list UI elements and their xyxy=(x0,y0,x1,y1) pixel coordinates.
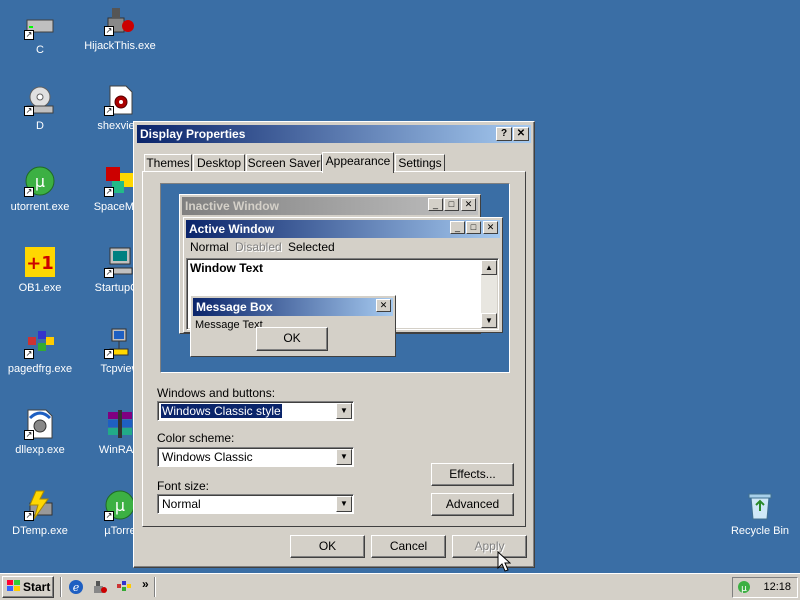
hijackthis-icon[interactable] xyxy=(92,579,108,595)
recycle-bin-icon xyxy=(744,489,776,521)
computer-icon: ↗ xyxy=(104,246,136,278)
desktop-icon-label: dllexp.exe xyxy=(15,444,65,456)
network-icon: ↗ xyxy=(104,327,136,359)
minimize-icon: _ xyxy=(450,221,465,234)
ob1-icon: +1 xyxy=(24,246,56,278)
chevron-down-icon[interactable]: ▼ xyxy=(336,449,352,465)
tab-appearance[interactable]: Appearance xyxy=(322,152,394,173)
internet-explorer-icon[interactable]: e xyxy=(68,579,84,595)
defrag-icon[interactable] xyxy=(116,579,132,595)
desktop-icon-label: pagedfrg.exe xyxy=(7,363,73,375)
desktop-icon-ob1[interactable]: +1 OB1.exe xyxy=(0,246,80,294)
scroll-down-icon: ▼ xyxy=(481,313,497,328)
desktop-icon-dllexp[interactable]: ↗ dllexp.exe xyxy=(0,408,80,456)
start-button[interactable]: Start xyxy=(2,576,54,598)
help-button[interactable]: ? xyxy=(496,127,512,141)
font-size-value: Normal xyxy=(162,497,201,511)
windows-buttons-select[interactable]: Windows Classic style ▼ xyxy=(157,401,354,421)
appearance-preview[interactable]: Inactive Window _ □ ✕ Active Window _ □ … xyxy=(160,183,510,373)
ok-button[interactable]: OK xyxy=(290,535,365,558)
windows-logo-icon xyxy=(7,580,20,591)
svg-text:e: e xyxy=(73,581,80,594)
desktop-icon-c[interactable]: ↗ C xyxy=(0,8,80,56)
chevron-down-icon[interactable]: ▼ xyxy=(336,496,352,512)
close-button[interactable]: ✕ xyxy=(513,127,529,141)
desktop-icon-label: HijackThis.exe xyxy=(84,40,156,52)
desktop-icon-label: utorrent.exe xyxy=(10,201,70,213)
quicklaunch-chevron[interactable]: » xyxy=(142,577,149,591)
taskbar-separator xyxy=(60,577,62,597)
hijackthis-icon: ↗ xyxy=(104,4,136,36)
svg-text:µ: µ xyxy=(741,584,747,594)
desktop-icon-dtemp[interactable]: ↗ DTemp.exe xyxy=(0,489,80,537)
preview-msgbox-ok: OK xyxy=(256,327,328,351)
preview-msgbox-text: Message Text xyxy=(195,319,263,331)
defrag-icon: ↗ xyxy=(24,327,56,359)
apply-button[interactable]: Apply xyxy=(452,535,527,558)
desktop-icon-recycle-bin[interactable]: Recycle Bin xyxy=(720,489,800,537)
drive-icon: ↗ xyxy=(24,8,56,40)
clock[interactable]: 12:18 xyxy=(763,581,791,593)
svg-text:µ: µ xyxy=(115,496,125,515)
preview-menu-normal: Normal xyxy=(190,240,229,254)
start-label: Start xyxy=(23,580,51,594)
close-icon: ✕ xyxy=(483,221,498,234)
preview-window-text: Window Text xyxy=(190,261,263,275)
minimize-icon: _ xyxy=(428,198,443,211)
windows-buttons-value: Windows Classic style xyxy=(160,403,283,419)
close-icon: ✕ xyxy=(461,198,476,211)
utorrent-icon: µ ↗ xyxy=(24,165,56,197)
color-scheme-select[interactable]: Windows Classic ▼ xyxy=(157,447,354,467)
gear-file-icon: ↗ xyxy=(104,84,136,116)
tab-desktop[interactable]: Desktop xyxy=(193,154,245,172)
svg-text:+1: +1 xyxy=(26,253,54,274)
dllexp-icon: ↗ xyxy=(24,408,56,440)
desktop-icon-label: C xyxy=(36,44,44,56)
desktop-icon-label: OB1.exe xyxy=(18,282,62,294)
font-size-label: Font size: xyxy=(157,479,210,493)
taskbar-separator xyxy=(154,577,156,597)
spacemonger-icon: ↗ xyxy=(104,165,136,197)
utorrent-icon: µ ↗ xyxy=(104,489,136,521)
close-icon: ✕ xyxy=(376,299,391,312)
windows-buttons-label: Windows and buttons: xyxy=(157,386,276,400)
utorrent-tray-icon[interactable]: µ xyxy=(737,580,751,597)
tab-settings[interactable]: Settings xyxy=(395,154,445,172)
font-size-select[interactable]: Normal ▼ xyxy=(157,494,354,514)
preview-menu-selected: Selected xyxy=(288,240,335,254)
display-properties-dialog: Display Properties ? ✕ Themes Desktop Sc… xyxy=(133,121,535,568)
preview-msgbox-title: Message Box xyxy=(193,298,393,316)
scroll-up-icon: ▲ xyxy=(481,260,497,275)
desktop-icon-utorrent[interactable]: µ ↗ utorrent.exe xyxy=(0,165,80,213)
desktop-icon-pagedfrg[interactable]: ↗ pagedfrg.exe xyxy=(0,327,80,375)
cancel-button[interactable]: Cancel xyxy=(371,535,446,558)
appearance-panel: Inactive Window _ □ ✕ Active Window _ □ … xyxy=(142,171,526,527)
svg-text:µ: µ xyxy=(35,172,45,191)
mouse-cursor-icon xyxy=(497,551,511,572)
color-scheme-label: Color scheme: xyxy=(157,431,235,445)
color-scheme-value: Windows Classic xyxy=(162,450,253,464)
dialog-title: Display Properties xyxy=(140,127,246,141)
maximize-icon: □ xyxy=(444,198,459,211)
desktop-icon-label: DTemp.exe xyxy=(12,525,68,537)
dtemp-icon: ↗ xyxy=(24,489,56,521)
desktop-icon-hijackthis[interactable]: ↗ HijackThis.exe xyxy=(80,4,160,52)
preview-message-box: Message Box ✕ Message Text OK xyxy=(190,295,396,357)
desktop-icon-d[interactable]: ↗ D xyxy=(0,84,80,132)
system-tray: µ 12:18 xyxy=(732,577,798,598)
preview-scrollbar: ▲ ▼ xyxy=(481,260,497,328)
taskbar: Start e » µ 12:18 xyxy=(0,573,800,600)
desktop-icon-label: D xyxy=(36,120,44,132)
desktop-icon-label: Recycle Bin xyxy=(730,525,790,537)
tab-screen-saver[interactable]: Screen Saver xyxy=(246,154,322,172)
cd-drive-icon: ↗ xyxy=(24,84,56,116)
effects-button[interactable]: Effects... xyxy=(431,463,514,486)
advanced-button[interactable]: Advanced xyxy=(431,493,514,516)
tab-themes[interactable]: Themes xyxy=(144,154,192,172)
preview-menu-disabled: Disabled xyxy=(235,240,282,254)
maximize-icon: □ xyxy=(466,221,481,234)
chevron-down-icon[interactable]: ▼ xyxy=(336,403,352,419)
winrar-icon xyxy=(104,408,136,440)
dialog-titlebar[interactable]: Display Properties ? ✕ xyxy=(137,125,531,143)
